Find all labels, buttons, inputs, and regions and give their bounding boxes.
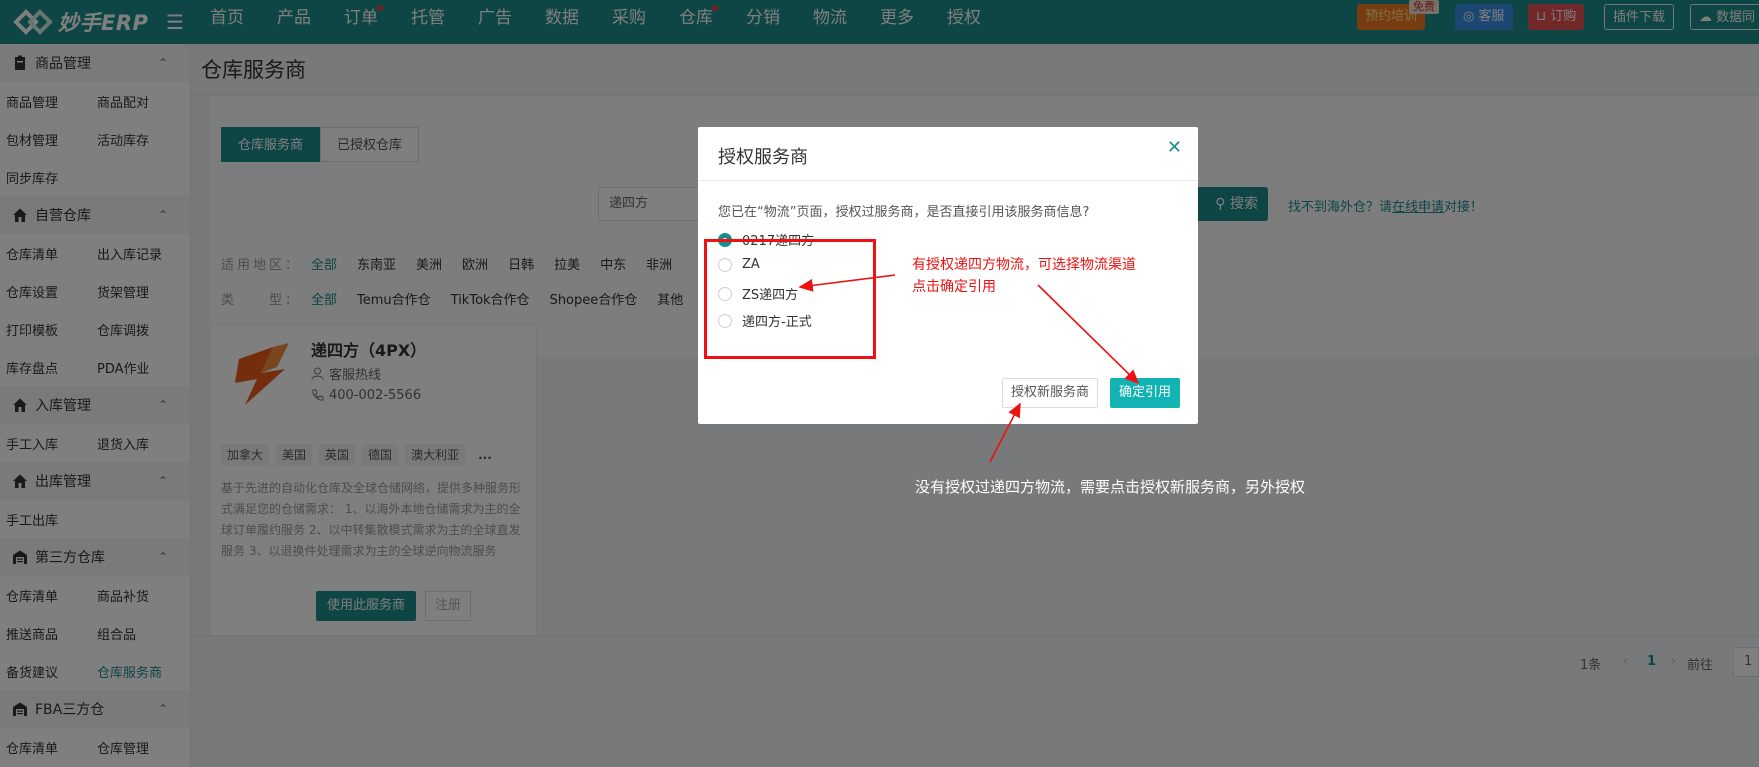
confirm-reference-button[interactable]: 确定引用 <box>1110 378 1181 408</box>
annotation-right-line2: 点击确定引用 <box>912 279 996 295</box>
dialog-question: 您已在“物流”页面，授权过服务商，是否直接引用该服务商信息? <box>718 205 1090 220</box>
dialog-title: 授权服务商 <box>718 147 808 168</box>
dialog-divider <box>698 180 1198 181</box>
authorize-new-provider-button[interactable]: 授权新服务商 <box>1002 378 1099 408</box>
options-highlight-box <box>704 239 876 359</box>
close-icon[interactable]: ✕ <box>1167 139 1182 157</box>
annotation-right-line1: 有授权递四方物流，可选择物流渠道 <box>912 257 1136 273</box>
annotation-bottom: 没有授权过递四方物流，需要点击授权新服务商，另外授权 <box>915 478 1306 496</box>
